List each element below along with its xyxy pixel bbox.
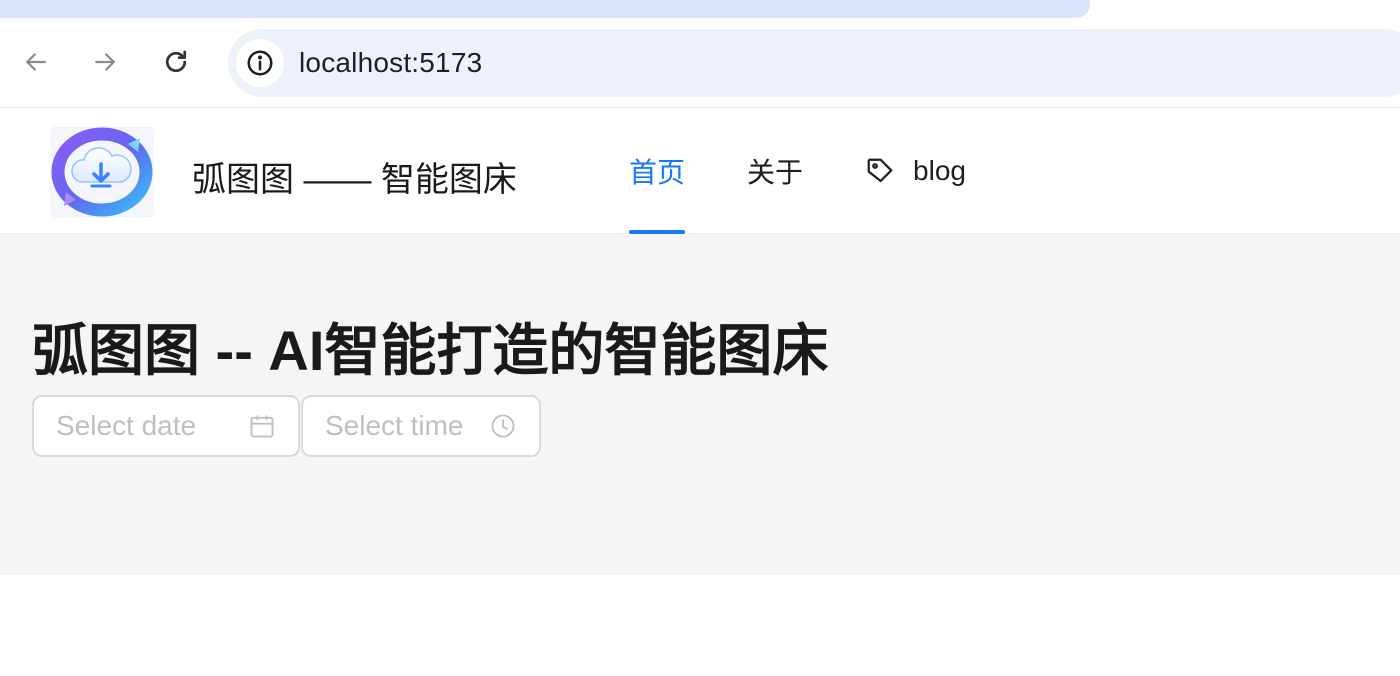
tag-icon (867, 158, 893, 183)
arrow-left-icon (26, 53, 46, 71)
address-bar[interactable]: localhost:5173 (228, 29, 1400, 97)
menu-item-home[interactable]: 首页 (598, 108, 716, 234)
app-header: 弧图图 —— 智能图床 首页 关于 blog (0, 108, 1400, 234)
time-picker[interactable]: Select time (301, 395, 541, 457)
site-info-button[interactable] (236, 39, 284, 87)
menu-item-label: 关于 (747, 157, 804, 188)
info-icon (247, 50, 273, 76)
tab-strip (0, 0, 1400, 18)
back-button[interactable] (16, 40, 56, 84)
main-content: 弧图图 -- AI智能打造的智能图床 Select date Select ti… (0, 234, 1400, 575)
menu-item-label: 首页 (629, 157, 686, 188)
url-text[interactable]: localhost:5173 (299, 47, 482, 79)
reload-button[interactable] (156, 40, 196, 84)
menu-item-blog[interactable]: blog (834, 108, 997, 234)
page-title: 弧图图 -- AI智能打造的智能图床 (32, 319, 829, 382)
menu-item-label: blog (913, 155, 966, 186)
forward-button[interactable] (85, 40, 125, 84)
menu-item-about[interactable]: 关于 (716, 108, 834, 234)
app-title: 弧图图 —— 智能图床 (192, 161, 517, 199)
date-picker-placeholder: Select date (56, 410, 197, 441)
page-blank-area (0, 575, 1400, 676)
browser-toolbar: localhost:5173 (0, 18, 1400, 108)
clock-icon (491, 414, 515, 438)
reload-icon (165, 50, 187, 73)
arrow-right-icon (95, 53, 115, 71)
cloud-download-logo-icon[interactable] (50, 126, 154, 218)
date-picker[interactable]: Select date (32, 395, 300, 457)
main-menu: 首页 关于 blog (598, 108, 997, 234)
active-tab[interactable] (0, 0, 1090, 18)
calendar-icon (250, 415, 274, 438)
time-picker-placeholder: Select time (325, 410, 464, 441)
